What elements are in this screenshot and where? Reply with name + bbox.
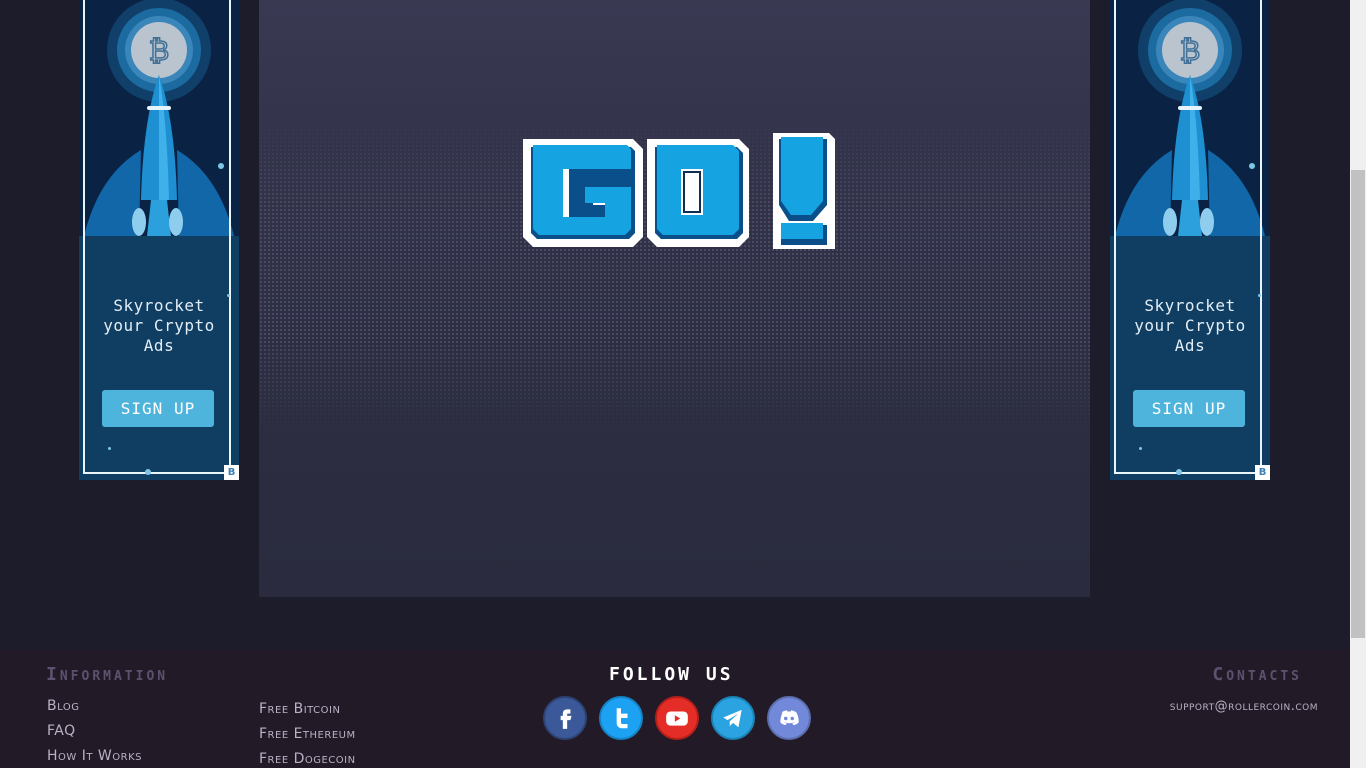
support-email[interactable]: support@rollercoin.com — [1170, 699, 1318, 714]
ad-choice-badge[interactable]: B — [224, 465, 239, 480]
scrollbar-thumb[interactable] — [1351, 170, 1365, 638]
right-ad-banner[interactable]: ₿ Skyrocket your Crypto Ads SIGN UP B — [1110, 0, 1270, 480]
decor-dot — [227, 294, 230, 297]
decor-dot — [145, 469, 151, 475]
decor-dot — [108, 447, 111, 450]
decor-dot — [1176, 469, 1182, 475]
footer-link-how-it-works[interactable]: How It Works — [47, 748, 142, 764]
go-message-graphic — [523, 133, 835, 249]
ad-signup-button[interactable]: SIGN UP — [102, 390, 214, 427]
ad-line: Skyrocket — [113, 296, 205, 315]
ad-line: Skyrocket — [1144, 296, 1236, 315]
footer-link-free-ethereum[interactable]: Free Ethereum — [259, 726, 356, 742]
ad-signup-button[interactable]: SIGN UP — [1133, 390, 1245, 427]
follow-us-heading: FOLLOW US — [609, 664, 734, 685]
footer-link-blog[interactable]: Blog — [47, 698, 79, 714]
contacts-heading: Contacts — [1212, 664, 1302, 685]
twitter-icon[interactable] — [599, 696, 643, 740]
left-ad-banner[interactable]: ₿ Skyrocket your Crypto Ads SIGN UP B — [79, 0, 239, 480]
ad-line: Ads — [143, 336, 175, 355]
footer-link-free-dogecoin[interactable]: Free Dogecoin — [259, 751, 356, 767]
telegram-icon[interactable] — [711, 696, 755, 740]
ad-choice-badge[interactable]: B — [1255, 465, 1270, 480]
youtube-icon[interactable] — [655, 696, 699, 740]
decor-dot — [1139, 447, 1142, 450]
information-heading: Information — [46, 664, 169, 685]
ad-headline: Skyrocket your Crypto Ads — [79, 296, 239, 356]
ad-headline: Skyrocket your Crypto Ads — [1110, 296, 1270, 356]
ad-line: your Crypto — [1134, 316, 1246, 335]
footer-link-faq[interactable]: FAQ — [47, 723, 76, 739]
facebook-icon[interactable] — [543, 696, 587, 740]
game-panel[interactable] — [259, 0, 1090, 597]
ad-line: your Crypto — [103, 316, 215, 335]
ad-line: Ads — [1174, 336, 1206, 355]
decor-dot — [1258, 294, 1261, 297]
discord-icon[interactable] — [767, 696, 811, 740]
footer-link-free-bitcoin[interactable]: Free Bitcoin — [259, 701, 340, 717]
